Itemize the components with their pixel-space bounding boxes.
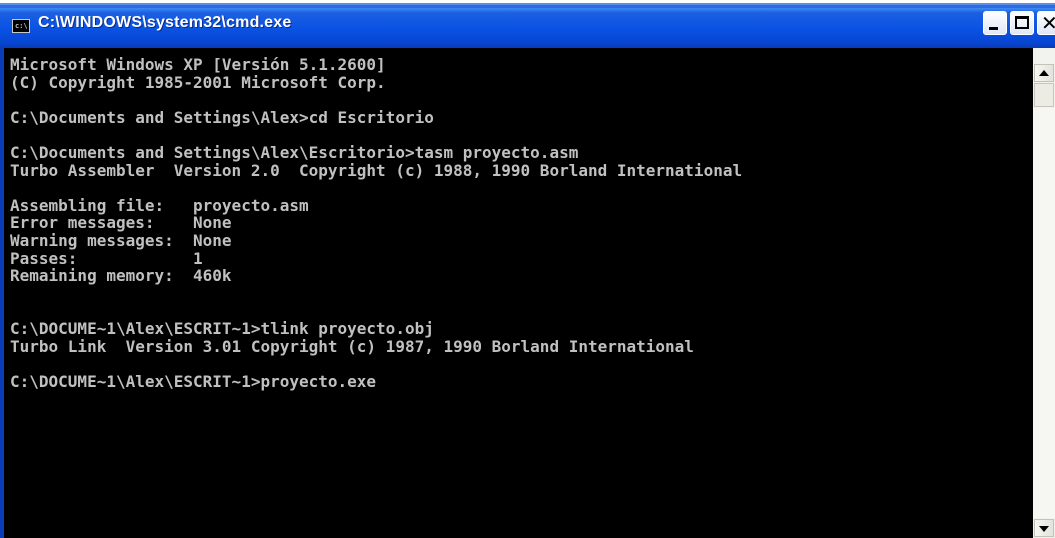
minimize-button[interactable]	[983, 11, 1007, 35]
scroll-down-button[interactable]	[1034, 519, 1054, 537]
console-line: C:\DOCUME~1\Alex\ESCRIT~1>tlink proyecto…	[10, 318, 434, 338]
console-line: C:\DOCUME~1\Alex\ESCRIT~1>proyecto.exe	[10, 371, 377, 391]
maximize-icon	[1015, 16, 1029, 29]
close-icon: ✕	[1041, 11, 1055, 35]
console-line: Warning messages: None	[10, 230, 232, 250]
console-line: C:\Documents and Settings\Alex\Escritori…	[10, 142, 579, 162]
maximize-button[interactable]	[1010, 11, 1034, 35]
console-line: Passes: 1	[10, 248, 203, 268]
close-button[interactable]: ✕	[1037, 11, 1055, 35]
console-line: C:\Documents and Settings\Alex>cd Escrit…	[10, 107, 434, 127]
console-line: Error messages: None	[10, 213, 232, 233]
console-line: Assembling file: proyecto.asm	[10, 195, 309, 215]
console-output: Microsoft Windows XP [Versión 5.1.2600] …	[10, 56, 742, 390]
minimize-icon	[989, 27, 998, 30]
console-line: Microsoft Windows XP [Versión 5.1.2600]	[10, 55, 386, 74]
window-title: C:\WINDOWS\system32\cmd.exe	[38, 14, 292, 31]
console-line: (C) Copyright 1985-2001 Microsoft Corp.	[10, 72, 386, 92]
cmd-window: c:\ C:\WINDOWS\system32\cmd.exe ✕ Micros…	[0, 0, 1055, 538]
scroll-thumb[interactable]	[1034, 83, 1054, 107]
console-line: Remaining memory: 460k	[10, 266, 232, 286]
console-area[interactable]: Microsoft Windows XP [Versión 5.1.2600] …	[4, 48, 1033, 538]
up-arrow-icon	[1039, 70, 1049, 76]
scroll-up-button[interactable]	[1034, 64, 1054, 82]
down-arrow-icon	[1039, 526, 1049, 532]
console-line: Turbo Assembler Version 2.0 Copyright (c…	[10, 160, 743, 180]
cmd-console-icon[interactable]: c:\	[12, 19, 30, 33]
scroll-track[interactable]	[1033, 108, 1055, 518]
vertical-scrollbar[interactable]	[1033, 48, 1055, 538]
console-line: Turbo Link Version 3.01 Copyright (c) 19…	[10, 336, 694, 356]
